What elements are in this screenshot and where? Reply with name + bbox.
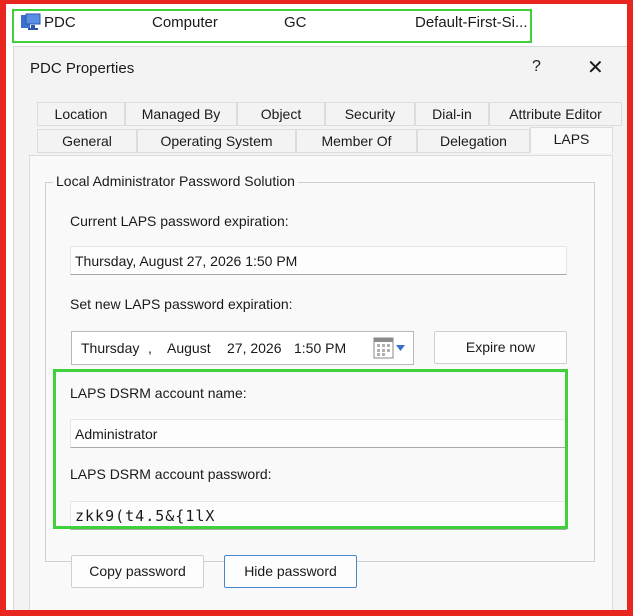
properties-dialog: PDC Properties ? ✕ Location Managed By O… (13, 46, 627, 610)
dsrm-name-field[interactable]: Administrator (70, 419, 567, 448)
copy-password-button[interactable]: Copy password (71, 555, 204, 588)
dsrm-password-label: LAPS DSRM account password: (70, 466, 272, 482)
row-highlight-box (12, 9, 532, 43)
hide-password-button[interactable]: Hide password (224, 555, 357, 588)
dsrm-name-label: LAPS DSRM account name: (70, 385, 247, 401)
dsrm-password-field[interactable]: zkk9(t4.5&{1lX (70, 501, 567, 530)
dropdown-arrow-icon (396, 345, 405, 351)
help-button[interactable]: ? (532, 58, 541, 76)
picker-day-year[interactable]: 27, 2026 (227, 340, 282, 356)
current-expiration-field[interactable]: Thursday, August 27, 2026 1:50 PM (70, 246, 567, 275)
calendar-icon (373, 337, 405, 359)
new-expiration-label: Set new LAPS password expiration: (70, 296, 293, 312)
laps-group-title: Local Administrator Password Solution (53, 173, 298, 189)
screenshot-frame: PDC Computer GC Default-First-Si... PDC … (6, 4, 627, 610)
picker-weekday[interactable]: Thursday (81, 340, 139, 356)
tab-security[interactable]: Security (325, 102, 415, 126)
close-button[interactable]: ✕ (587, 55, 604, 80)
tab-dial-in[interactable]: Dial-in (415, 102, 489, 126)
picker-separator: , (148, 340, 152, 356)
expiration-date-picker[interactable]: Thursday , August 27, 2026 1:50 PM (71, 331, 414, 365)
calendar-dropdown-button[interactable] (372, 337, 408, 359)
tab-operating-system[interactable]: Operating System (137, 129, 296, 153)
tab-general[interactable]: General (37, 129, 137, 153)
current-expiration-label: Current LAPS password expiration: (70, 213, 289, 229)
tab-location[interactable]: Location (37, 102, 125, 126)
tab-delegation[interactable]: Delegation (417, 129, 530, 153)
picker-month[interactable]: August (167, 340, 211, 356)
tab-member-of[interactable]: Member Of (296, 129, 417, 153)
expire-now-button[interactable]: Expire now (434, 331, 567, 364)
tab-attribute-editor[interactable]: Attribute Editor (489, 102, 622, 126)
picker-time[interactable]: 1:50 PM (294, 340, 346, 356)
dialog-title: PDC Properties (30, 60, 135, 77)
tab-laps[interactable]: LAPS (530, 127, 613, 153)
tab-managed-by[interactable]: Managed By (125, 102, 237, 126)
tab-object[interactable]: Object (237, 102, 325, 126)
